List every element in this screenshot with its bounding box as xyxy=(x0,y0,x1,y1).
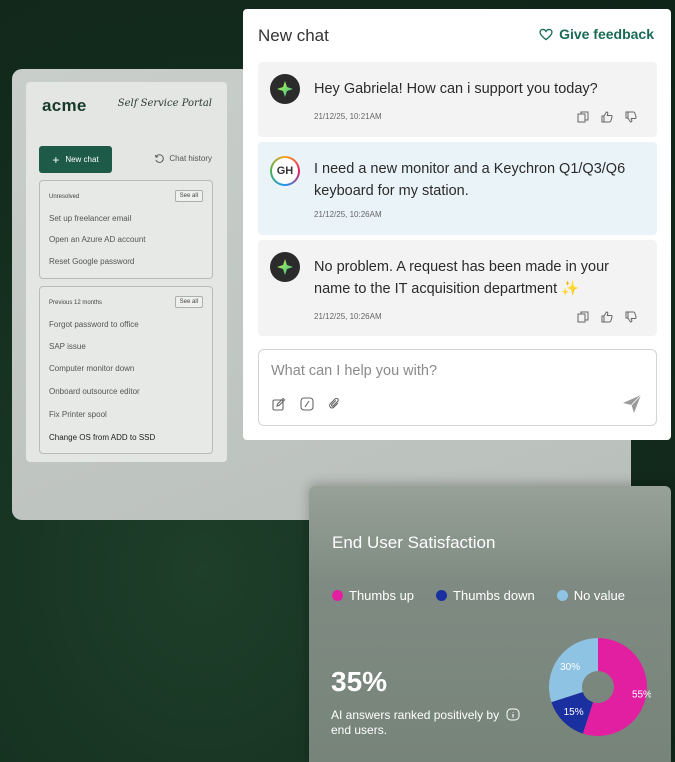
list-item[interactable]: SAP issue xyxy=(49,342,86,351)
send-button[interactable] xyxy=(622,394,642,417)
list-item[interactable]: Fix Printer spool xyxy=(49,410,107,419)
thumbs-up-icon[interactable] xyxy=(601,111,613,123)
chat-history-link[interactable]: Chat history xyxy=(154,153,212,164)
legend-dot xyxy=(556,590,568,601)
chat-message: Hey Gabriela! How can i support you toda… xyxy=(258,62,657,137)
message-text: I need a new monitor and a Keychron Q1/Q… xyxy=(314,161,626,199)
composer xyxy=(258,349,657,426)
plus-icon: + xyxy=(52,152,60,167)
composer-tools xyxy=(272,397,342,411)
legend-dot xyxy=(436,590,448,601)
assistant-avatar xyxy=(270,74,300,104)
thumbs-down-icon[interactable] xyxy=(625,311,637,323)
message-text: No problem. A request has been made in y… xyxy=(314,259,610,297)
message-time: 21/12/25, 10:26AM xyxy=(314,210,382,219)
slash-command-icon[interactable] xyxy=(300,397,314,411)
list-item[interactable]: Onboard outsource editor xyxy=(49,387,140,396)
unresolved-title: Unresolved xyxy=(49,194,80,200)
message-text: Hey Gabriela! How can i support you toda… xyxy=(314,81,598,97)
new-chat-button[interactable]: + New chat xyxy=(39,146,112,173)
list-item[interactable]: Open an Azure AD account xyxy=(49,235,146,244)
chart-title: End User Satisfaction xyxy=(332,533,496,552)
satisfaction-description: AI answers ranked positively by end user… xyxy=(331,708,500,737)
copy-icon[interactable] xyxy=(577,111,589,123)
legend-label: Thumbs down xyxy=(453,588,535,603)
sparkle-icon xyxy=(277,81,293,97)
chat-message: No problem. A request has been made in y… xyxy=(258,240,657,336)
give-feedback-label: Give feedback xyxy=(559,26,654,42)
list-item[interactable]: Set up freelancer email xyxy=(49,214,131,223)
legend-item-thumbs-down: Thumbs down xyxy=(436,588,535,603)
chat-history-label: Chat history xyxy=(169,154,212,163)
legend-item-no-value: No value xyxy=(556,588,626,603)
info-icon[interactable] xyxy=(506,708,520,722)
slice-label: 55% xyxy=(632,689,651,700)
list-item[interactable]: Reset Google password xyxy=(49,257,134,266)
previous-title: Previous 12 months xyxy=(49,300,103,306)
chat-window: New chat Give feedback Hey Gabriela! How… xyxy=(243,9,671,440)
user-avatar: GH xyxy=(270,156,300,186)
user-initials: GH xyxy=(272,158,298,184)
message-actions xyxy=(577,111,637,123)
chat-message: GH I need a new monitor and a Keychron Q… xyxy=(258,142,657,235)
message-actions xyxy=(577,311,637,323)
chat-title: New chat xyxy=(258,26,329,45)
message-input[interactable] xyxy=(271,360,641,382)
legend-dot xyxy=(332,590,343,601)
portal-title: Self Service Portal xyxy=(117,98,212,109)
new-chat-label: New chat xyxy=(65,155,99,164)
message-time: 21/12/25, 10:21AM xyxy=(314,112,382,121)
legend-label: Thumbs up xyxy=(349,588,415,603)
message-time: 21/12/25, 10:26AM xyxy=(314,312,382,321)
copy-icon[interactable] xyxy=(577,311,589,323)
sidebar: acme Self Service Portal + New chat Chat… xyxy=(26,82,227,462)
edit-icon[interactable] xyxy=(272,397,286,411)
slice-label: 30% xyxy=(560,662,580,673)
thumbs-down-icon[interactable] xyxy=(625,111,637,123)
give-feedback-button[interactable]: Give feedback xyxy=(539,26,654,42)
legend-item-thumbs-up: Thumbs up xyxy=(332,588,414,603)
thumbs-up-icon[interactable] xyxy=(601,311,613,323)
assistant-avatar xyxy=(270,252,300,282)
unresolved-see-all-button[interactable]: See all xyxy=(174,190,203,202)
list-item[interactable]: Change OS from ADD to SSD xyxy=(49,433,155,442)
heart-icon xyxy=(539,28,553,40)
sparkle-icon xyxy=(277,259,293,275)
previous-see-all-button[interactable]: See all xyxy=(174,296,203,308)
slice-label: 15% xyxy=(564,707,584,718)
attachment-icon[interactable] xyxy=(328,397,342,411)
history-icon xyxy=(155,154,165,163)
chart-legend: Thumbs up Thumbs down No value xyxy=(332,588,625,603)
list-item[interactable]: Forgot password to office xyxy=(49,320,139,329)
satisfaction-donut-chart: 55% 15% 30% xyxy=(549,638,651,736)
legend-label: No value xyxy=(573,588,626,603)
send-icon xyxy=(623,394,642,413)
previous-group: Previous 12 months See all Forgot passwo… xyxy=(39,286,213,454)
list-item[interactable]: Computer monitor down xyxy=(49,364,134,373)
satisfaction-value: 35% xyxy=(331,666,388,697)
brand-logo: acme xyxy=(42,96,87,115)
satisfaction-card: End User Satisfaction Thumbs up Thumbs d… xyxy=(309,486,671,762)
unresolved-group: Unresolved See all Set up freelancer ema… xyxy=(39,180,213,279)
